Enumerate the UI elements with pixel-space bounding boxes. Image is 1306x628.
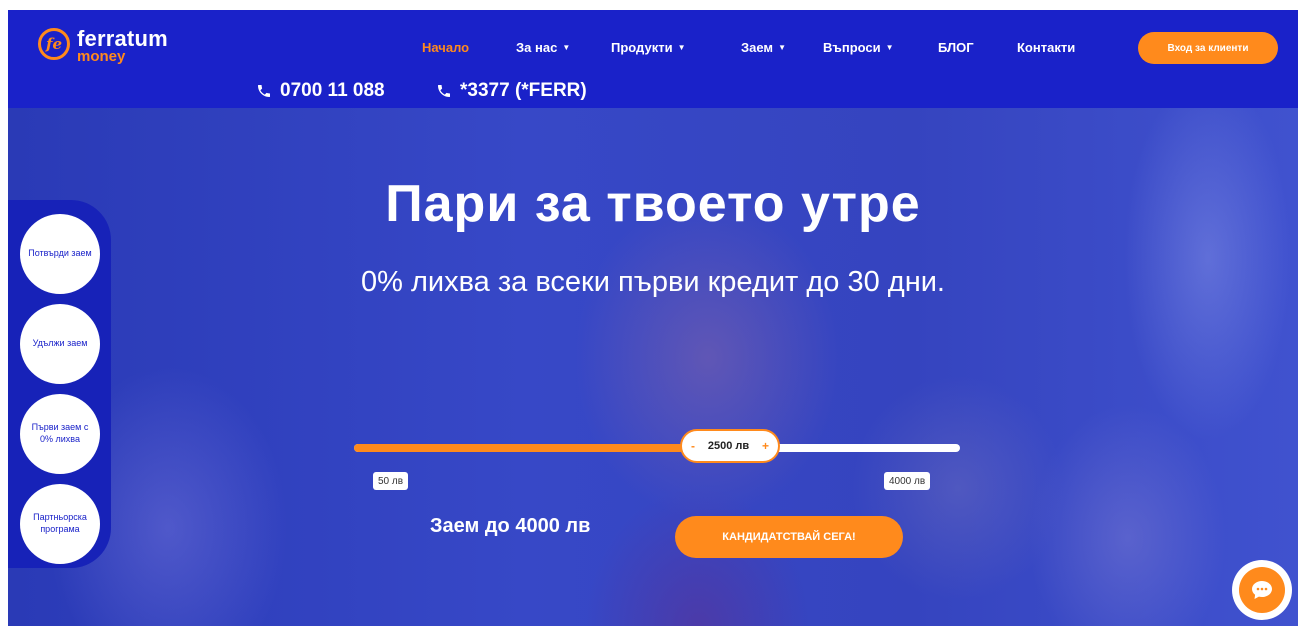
side-item-label: Първи заем с 0% лихва (31, 422, 89, 444)
nav-item-home[interactable]: Начало (422, 40, 469, 55)
nav-item-about[interactable]: За нас ▼ (516, 40, 570, 55)
nav-label: Продукти (611, 40, 673, 55)
chat-button[interactable] (1232, 560, 1292, 620)
nav-label: За нас (516, 40, 558, 55)
slider-value: 2500 лв (707, 440, 750, 452)
logo-text: ferratum money (77, 26, 168, 65)
logo-name: ferratum (77, 26, 168, 51)
phone-icon (258, 85, 270, 97)
side-panel: Потвърди заем Удължи заем Първи заем с 0… (8, 200, 111, 568)
nav-label: Заем (741, 40, 774, 55)
chevron-down-icon: ▼ (778, 43, 786, 52)
minus-icon[interactable]: - (691, 439, 695, 453)
side-item-partner-program[interactable]: Партньорска програма (20, 484, 100, 564)
apply-now-button[interactable]: КАНДИДАТСТВАЙ СЕГА! (675, 516, 903, 558)
nav-item-loan[interactable]: Заем ▼ (741, 40, 786, 55)
loan-amount-slider[interactable]: - 2500 лв + (354, 429, 960, 463)
chat-icon (1239, 567, 1285, 613)
chevron-down-icon: ▼ (885, 43, 894, 52)
nav-item-contacts[interactable]: Контакти (1017, 40, 1075, 55)
client-login-button[interactable]: Вход за клиенти (1138, 32, 1278, 64)
side-item-label: Потвърди заем (28, 248, 92, 259)
ferratum-logo[interactable]: fe ferratum money (38, 28, 168, 64)
logo-sub: money (77, 48, 126, 65)
slider-min-label: 50 лв (373, 472, 409, 490)
nav-label: БЛОГ (938, 40, 974, 55)
logo-mark: fe (38, 28, 70, 60)
site-header: fe ferratum money Начало За нас ▼ Продукт… (8, 10, 1298, 108)
nav-item-faq[interactable]: Въпроси ▼ (823, 40, 894, 55)
side-item-extend-loan[interactable]: Удължи заем (20, 304, 100, 384)
phone-short[interactable]: *3377 (*FERR) (436, 80, 587, 102)
side-item-confirm-loan[interactable]: Потвърди заем (20, 214, 100, 294)
phone-main[interactable]: 0700 11 088 (256, 80, 385, 102)
chat-bubble-glyph (1252, 581, 1272, 599)
slider-max-label: 4000 лв (884, 472, 931, 490)
slider-fill (354, 444, 730, 452)
chevron-down-icon: ▼ (562, 43, 571, 52)
phone-short-number: *3377 (*FERR) (460, 80, 587, 101)
hero-title: Пари за твоето утре (385, 175, 921, 233)
nav-item-products[interactable]: Продукти ▼ (611, 40, 685, 55)
plus-icon[interactable]: + (762, 439, 769, 453)
nav-item-blog[interactable]: БЛОГ (938, 40, 974, 55)
side-item-first-loan[interactable]: Първи заем с 0% лихва (20, 394, 100, 474)
nav-label: Въпроси (823, 40, 881, 55)
chevron-down-icon: ▼ (677, 43, 686, 52)
hero-subtitle: 0% лихва за всеки първи кредит до 30 дни… (361, 266, 945, 298)
hero-section: Пари за твоето утре 0% лихва за всеки пъ… (8, 108, 1298, 626)
phone-icon (438, 85, 450, 97)
side-item-label: Партньорска програма (33, 512, 87, 534)
page-frame: fe ferratum money Начало За нас ▼ Продукт… (8, 10, 1298, 626)
slider-handle[interactable]: - 2500 лв + (680, 429, 780, 463)
nav-label: Начало (422, 40, 470, 55)
phone-main-number: 0700 11 088 (280, 80, 385, 101)
loan-max-label: Заем до 4000 лв (430, 515, 591, 537)
side-item-label: Удължи заем (32, 338, 88, 349)
nav-label: Контакти (1017, 40, 1076, 55)
